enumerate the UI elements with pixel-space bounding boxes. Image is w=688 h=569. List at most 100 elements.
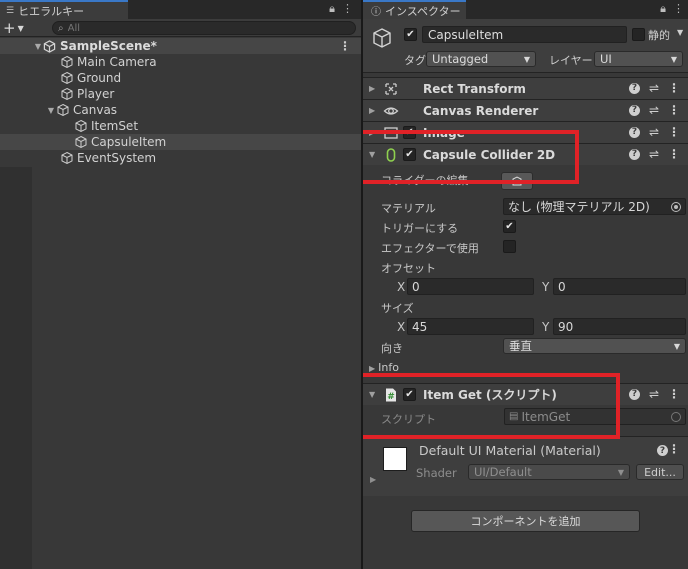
help-icon[interactable]: ? [628,126,640,138]
hierarchy-item-main-camera[interactable]: Main Camera [0,54,361,70]
shader-dropdown[interactable]: UI/Default ▼ [468,464,630,480]
preset-sliders-icon[interactable]: ⇌ [649,388,659,400]
preset-sliders-icon[interactable]: ⇌ [649,148,659,160]
chevron-down-icon[interactable]: ▼ [677,28,683,37]
hierarchy-tabbar: ☰ ヒエラルキー 🔒︎ ⋮ [0,0,361,19]
kebab-menu-icon[interactable]: ⋮ [668,443,680,455]
kebab-menu-icon[interactable]: ⋮ [339,39,351,53]
preset-sliders-icon[interactable]: ⇌ [649,82,659,94]
enabled-checkbox[interactable]: ✔ [403,148,416,161]
component-title: Rect Transform [423,81,526,96]
tag-dropdown[interactable]: Untagged ▼ [426,51,536,67]
enabled-checkbox[interactable]: ✔ [403,126,416,139]
kebab-menu-icon[interactable]: ⋮ [668,82,680,94]
search-input[interactable] [67,22,328,34]
component-canvas-renderer[interactable]: ▶ Canvas Renderer ? ⇌ ⋮ [363,99,688,121]
preset-sliders-icon[interactable]: ⇌ [649,126,659,138]
hierarchy-item-label: Player [77,87,115,101]
expand-arrow-icon[interactable]: ▶ [369,128,375,137]
expand-arrow-icon[interactable]: ▶ [369,106,375,115]
help-icon[interactable]: ? [628,148,640,160]
hierarchy-tree: ▼ SampleScene* ⋮ Main Camera Ground Play… [0,38,361,166]
hierarchy-item-eventsystem[interactable]: EventSystem [0,150,361,166]
offset-y-label: Y [542,280,550,294]
create-button[interactable]: + ▼ [3,20,33,36]
object-name-field[interactable]: CapsuleItem [422,26,627,43]
hierarchy-item-player[interactable]: Player [0,86,361,102]
edit-collider-button[interactable] [501,172,533,190]
expand-arrow-icon[interactable]: ▼ [33,42,43,51]
hierarchy-empty-area[interactable] [0,167,361,569]
hierarchy-item-label: EventSystem [77,151,157,165]
kebab-menu-icon[interactable]: ⋮ [668,126,680,138]
component-item-get-script[interactable]: ▼ # ✔ Item Get (スクリプト) ? ⇌ ⋮ [363,383,688,405]
gameobject-cube-icon [373,28,391,48]
used-by-effector-checkbox[interactable] [503,240,516,253]
physics-material-field[interactable]: なし (物理マテリアル 2D) [503,198,686,215]
component-title: Canvas Renderer [423,103,539,118]
component-title: Capsule Collider 2D [423,147,556,162]
expand-arrow-icon[interactable]: ▼ [369,150,375,159]
hierarchy-tab[interactable]: ☰ ヒエラルキー [0,0,128,19]
hierarchy-item-ground[interactable]: Ground [0,70,361,86]
kebab-menu-icon[interactable]: ⋮ [668,388,680,400]
direction-dropdown[interactable]: 垂直 ▼ [503,338,686,354]
object-picker-icon[interactable] [671,202,681,212]
help-icon[interactable]: ? [628,104,640,116]
shader-edit-button[interactable]: Edit... [636,464,684,480]
chevron-down-icon: ▼ [617,467,624,477]
hierarchy-item-itemset[interactable]: ItemSet [0,118,361,134]
hierarchy-item-capsuleitem[interactable]: CapsuleItem [0,134,361,150]
active-checkbox[interactable]: ✔ [404,28,417,41]
expand-arrow-icon[interactable]: ▶ [370,475,376,484]
kebab-menu-icon[interactable]: ⋮ [668,148,680,160]
expand-arrow-icon[interactable]: ▶ [369,84,375,93]
hierarchy-item-canvas[interactable]: ▼ Canvas [0,102,361,118]
offset-y-field[interactable]: 0 [553,278,686,295]
kebab-menu-icon[interactable]: ⋮ [342,2,353,16]
gameobject-cube-icon [75,135,87,149]
hierarchy-item-label: Canvas [73,103,118,117]
search-icon: ⌕ [58,22,64,34]
component-controls: ? ⇌ ⋮ [628,148,680,160]
gameobject-cube-icon [61,55,73,69]
offset-x-field[interactable]: 0 [407,278,534,295]
is-trigger-checkbox[interactable]: ✔ [503,220,516,233]
lock-icon[interactable]: 🔒︎ [660,2,666,16]
hierarchy-item-label: ItemSet [91,119,139,133]
size-x-field[interactable]: 45 [407,318,534,335]
lock-icon[interactable]: 🔒︎ [329,2,335,16]
component-image[interactable]: ▶ ✔ Image ? ⇌ ⋮ [363,121,688,143]
help-icon[interactable]: ? [657,445,668,456]
gameobject-cube-icon [61,71,73,85]
help-icon[interactable]: ? [628,388,640,400]
expand-arrow-icon[interactable]: ▼ [369,390,375,399]
static-checkbox[interactable] [632,28,645,41]
hierarchy-search[interactable]: ⌕ [52,21,356,35]
expand-arrow-icon[interactable]: ▼ [46,106,56,115]
csharp-script-icon: # [386,388,396,402]
used-by-effector-label: エフェクターで使用 [381,242,479,255]
size-y-field[interactable]: 90 [553,318,686,335]
help-icon[interactable]: ? [628,82,640,94]
static-label: 静的 [648,29,670,42]
inspector-tab[interactable]: ⓘ インスペクター [363,0,466,19]
component-capsule-collider-2d[interactable]: ▼ ✔ Capsule Collider 2D ? ⇌ ⋮ [363,143,688,165]
shader-value: UI/Default [474,465,532,479]
enabled-checkbox[interactable]: ✔ [403,388,416,401]
component-rect-transform[interactable]: ▶ Rect Transform ? ⇌ ⋮ [363,77,688,99]
size-y-label: Y [542,320,550,334]
layer-dropdown[interactable]: UI ▼ [594,51,683,67]
chevron-down-icon: ▼ [673,341,680,351]
shader-label: Shader [416,466,457,480]
edit-collider-icon [512,176,522,186]
preset-sliders-icon[interactable]: ⇌ [649,104,659,116]
kebab-menu-icon[interactable]: ⋮ [668,104,680,116]
size-label: サイズ [381,302,414,315]
info-foldout[interactable]: ▶ Info [369,361,399,374]
kebab-menu-icon[interactable]: ⋮ [673,2,684,16]
add-component-button[interactable]: コンポーネントを追加 [411,510,640,532]
hierarchy-gutter [0,167,32,569]
info-icon: ⓘ [371,7,381,18]
scene-row[interactable]: ▼ SampleScene* ⋮ [0,38,361,54]
